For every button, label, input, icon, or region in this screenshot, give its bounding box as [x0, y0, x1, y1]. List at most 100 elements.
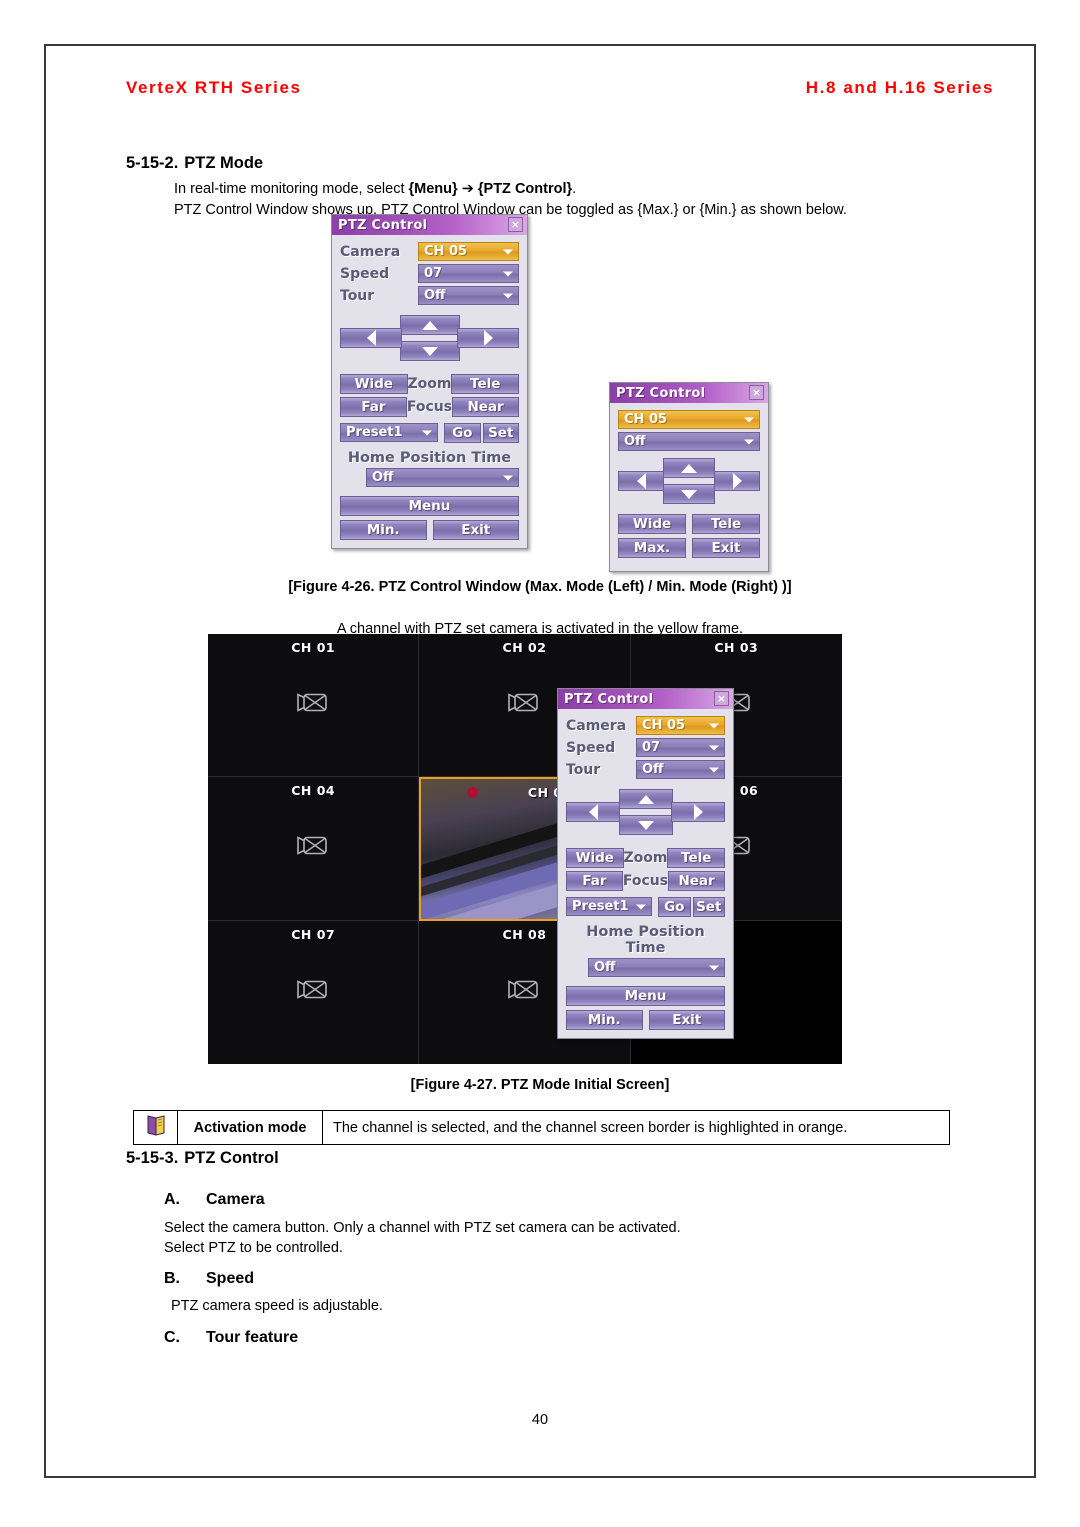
home-position-time-select[interactable]: Off: [366, 468, 519, 487]
focus-far-button[interactable]: Far: [340, 397, 407, 417]
ptz-control-window-min[interactable]: PTZ Control × CH 05 Off Wide Tele Max. E…: [609, 382, 769, 572]
pan-up-button[interactable]: [618, 789, 673, 809]
ptz-overlay-direction-pad: [566, 788, 725, 840]
max-mode-button[interactable]: Max.: [618, 538, 686, 558]
ptz-max-speed-row: Speed 07: [340, 264, 519, 283]
chevron-down-icon: [503, 249, 513, 254]
monitor-cell-ch04[interactable]: CH 04: [208, 777, 420, 921]
camera-select-value: CH 05: [624, 412, 668, 427]
triangle-left-icon: [636, 473, 646, 489]
pan-left-button[interactable]: [340, 328, 402, 348]
figure-caption-4-27: [Figure 4-27. PTZ Mode Initial Screen]: [410, 1077, 670, 1093]
speed-select[interactable]: 07: [636, 738, 725, 757]
ptz-overlay-zoom-row: Wide Zoom Tele: [566, 848, 725, 868]
exit-button[interactable]: Exit: [432, 520, 519, 540]
exit-button[interactable]: Exit: [648, 1010, 725, 1030]
camera-select[interactable]: CH 05: [636, 716, 725, 735]
min-mode-button[interactable]: Min.: [566, 1010, 643, 1030]
triangle-left-icon: [588, 804, 598, 820]
min-mode-button[interactable]: Min.: [340, 520, 427, 540]
speed-select[interactable]: 07: [418, 264, 519, 283]
pan-down-button[interactable]: [618, 815, 673, 835]
ptz-max-focus-row: Far Focus Near: [340, 397, 519, 417]
preset-set-button[interactable]: Set: [482, 423, 519, 443]
header-right-title: H.8 and H.16 Series: [805, 78, 994, 97]
zoom-wide-button[interactable]: Wide: [618, 514, 686, 534]
preset-go-button[interactable]: Go: [444, 423, 481, 443]
tour-select[interactable]: Off: [618, 432, 760, 451]
heading-ptz-mode-number: 5-15-2.: [126, 154, 179, 172]
pan-up-button[interactable]: [663, 458, 715, 478]
tour-select[interactable]: Off: [636, 760, 725, 779]
note-title: Activation mode: [178, 1111, 323, 1144]
ptz-min-direction-pad: [618, 457, 760, 507]
monitoring-screen[interactable]: CH 01 CH 02 CH 03 CH 04 CH 05 CH 06 CH 0…: [208, 634, 842, 1064]
chevron-down-icon: [503, 293, 513, 298]
triangle-right-icon: [732, 473, 742, 489]
page-frame: VerteX RTH Series H.8 and H.16 Series 5-…: [44, 44, 1036, 1478]
pan-right-button[interactable]: [671, 802, 725, 822]
home-position-time-value: Off: [372, 470, 394, 485]
monitor-cell-ch01[interactable]: CH 01: [208, 634, 420, 778]
menu-button[interactable]: Menu: [566, 986, 725, 1006]
monitor-cell-ch07[interactable]: CH 07: [208, 920, 420, 1064]
home-position-time-select[interactable]: Off: [588, 958, 725, 977]
preset-set-button[interactable]: Set: [692, 897, 725, 917]
triangle-down-icon: [637, 820, 654, 830]
tour-select-value: Off: [624, 434, 646, 449]
close-icon[interactable]: ×: [749, 385, 764, 400]
pan-up-button[interactable]: [399, 315, 460, 335]
subheading-tour-feature: C. Tour feature: [164, 1329, 298, 1347]
chevron-down-icon: [709, 723, 719, 728]
figure-caption-4-26: [Figure 4-26. PTZ Control Window (Max. M…: [288, 579, 792, 595]
header-left-title: VerteX RTH Series: [126, 78, 302, 97]
pan-down-button[interactable]: [663, 484, 715, 504]
close-icon[interactable]: ×: [714, 691, 729, 706]
preset-select-value: Preset1: [346, 425, 403, 440]
subheading-speed-letter: B.: [164, 1270, 180, 1287]
focus-near-button[interactable]: Near: [668, 871, 725, 891]
ptz-min-titlebar: PTZ Control ×: [610, 383, 768, 403]
camera-select[interactable]: CH 05: [618, 410, 760, 429]
ptz-control-window-overlay[interactable]: PTZ Control × Camera CH 05 Speed 07 Tour…: [557, 688, 734, 1039]
preset-select[interactable]: Preset1: [340, 423, 438, 442]
triangle-right-icon: [693, 804, 703, 820]
menu-button[interactable]: Menu: [340, 496, 519, 516]
pan-right-button[interactable]: [457, 328, 519, 348]
ptz-control-window-max[interactable]: PTZ Control × Camera CH 05 Speed 07 Tour: [331, 214, 528, 549]
ptz-max-speed-label: Speed: [340, 265, 390, 282]
tour-select[interactable]: Off: [418, 286, 519, 305]
ptz-overlay-titlebar: PTZ Control ×: [558, 689, 733, 709]
pan-left-button[interactable]: [566, 802, 620, 822]
preset-select[interactable]: Preset1: [566, 897, 652, 916]
focus-near-button[interactable]: Near: [452, 397, 519, 417]
subheading-speed-title: Speed: [206, 1270, 255, 1287]
zoom-tele-button[interactable]: Tele: [667, 848, 725, 868]
heading-ptz-control-title: PTZ Control: [184, 1149, 279, 1167]
pan-down-button[interactable]: [399, 341, 460, 361]
record-indicator-icon: [466, 787, 478, 799]
zoom-wide-button[interactable]: Wide: [340, 374, 408, 394]
ptz-overlay-speed-label: Speed: [566, 739, 616, 756]
speed-description: PTZ camera speed is adjustable.: [171, 1298, 383, 1314]
chevron-down-icon: [503, 475, 513, 480]
pan-left-button[interactable]: [618, 471, 664, 491]
chevron-down-icon: [503, 271, 513, 276]
ptz-mode-line-1: In real-time monitoring mode, select {Me…: [174, 179, 576, 200]
activation-mode-note: Activation mode The channel is selected,…: [133, 1110, 950, 1145]
zoom-wide-button[interactable]: Wide: [566, 848, 624, 868]
heading-ptz-mode: 5-15-2. PTZ Mode: [126, 154, 263, 173]
pan-right-button[interactable]: [714, 471, 760, 491]
heading-ptz-mode-title: PTZ Mode: [184, 154, 264, 172]
close-icon[interactable]: ×: [508, 217, 523, 232]
zoom-tele-button[interactable]: Tele: [451, 374, 519, 394]
zoom-tele-button[interactable]: Tele: [692, 514, 760, 534]
page-number: 40: [531, 1412, 549, 1428]
camera-select[interactable]: CH 05: [418, 242, 519, 261]
exit-button[interactable]: Exit: [692, 538, 760, 558]
channel-label: CH 03: [714, 640, 759, 655]
chevron-down-icon: [636, 904, 646, 909]
preset-go-button[interactable]: Go: [658, 897, 691, 917]
focus-far-button[interactable]: Far: [566, 871, 623, 891]
ptz-mode-line-1-end: .: [572, 181, 577, 197]
